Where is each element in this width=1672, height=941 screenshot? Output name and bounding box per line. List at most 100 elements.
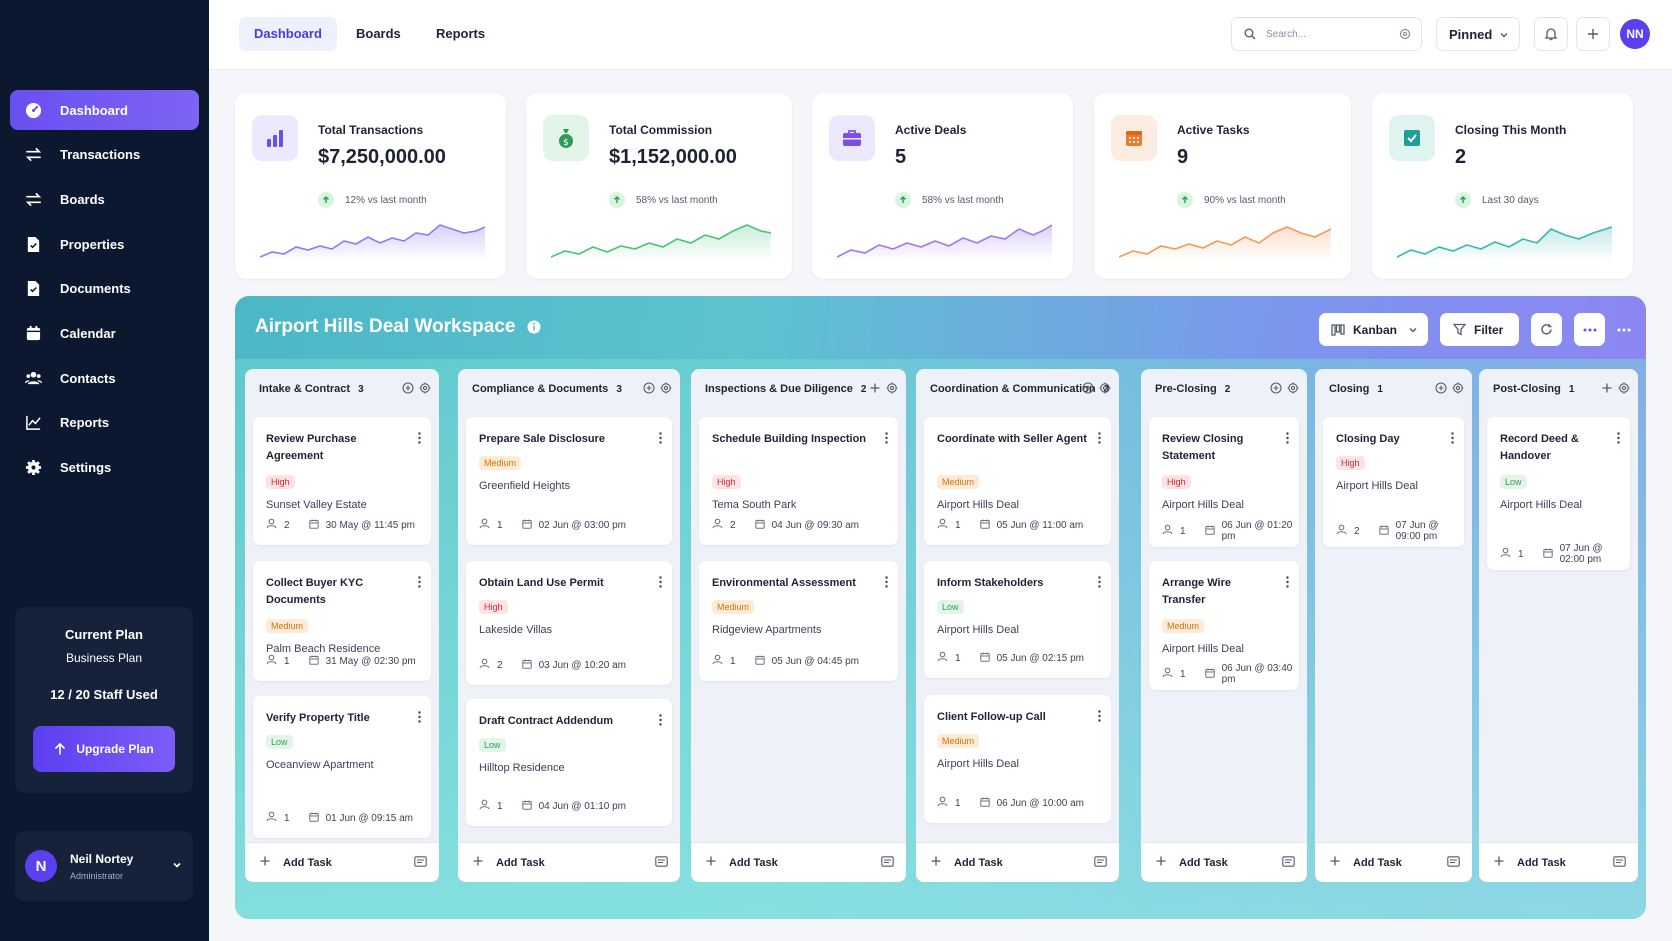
task-card[interactable]: Coordinate with Seller Agent Medium Airpor… xyxy=(924,417,1111,545)
sidebar-item-transactions[interactable]: Transactions xyxy=(10,135,199,175)
gear-icon[interactable] xyxy=(660,382,672,397)
more-vertical-icon[interactable] xyxy=(418,575,421,593)
add-task-button[interactable]: Add Task xyxy=(1315,842,1472,882)
add-circle-icon[interactable] xyxy=(402,382,414,397)
search-icon xyxy=(1244,28,1256,40)
pinned-dropdown[interactable]: Pinned xyxy=(1436,17,1520,51)
task-meta: 2 07 Jun @ 09:00 pm xyxy=(1336,520,1464,542)
filter-label: Filter xyxy=(1474,322,1504,337)
task-card[interactable]: Record Deed & Handover Low Airport Hills D… xyxy=(1487,417,1630,570)
ellipsis-icon[interactable] xyxy=(1617,328,1631,332)
card-view-icon[interactable] xyxy=(1282,856,1295,870)
add-button[interactable] xyxy=(1576,17,1610,51)
more-vertical-icon[interactable] xyxy=(1098,709,1101,727)
more-vertical-icon[interactable] xyxy=(885,431,888,449)
stat-card-closing-this-month: Closing This Month 2 Last 30 days xyxy=(1372,93,1633,279)
assignee-count: 2 xyxy=(1354,525,1360,537)
search-input[interactable]: Search... xyxy=(1231,17,1422,51)
notifications-button[interactable] xyxy=(1534,17,1568,51)
plus-icon[interactable] xyxy=(869,382,881,397)
avatar[interactable]: NN xyxy=(1620,19,1650,49)
add-task-button[interactable]: Add Task xyxy=(458,842,680,882)
more-options-button[interactable] xyxy=(1574,313,1605,346)
column-header: Closing 1 xyxy=(1315,369,1472,409)
task-card[interactable]: Review Purchase Agreement High Sunset Vall… xyxy=(253,417,431,545)
sidebar-item-calendar[interactable]: Calendar xyxy=(10,313,199,353)
task-card[interactable]: Review Closing Statement High Airport Hill… xyxy=(1149,417,1299,547)
gear-icon[interactable] xyxy=(1287,382,1299,397)
more-vertical-icon[interactable] xyxy=(418,710,421,728)
more-vertical-icon[interactable] xyxy=(1286,575,1289,593)
task-card[interactable]: Client Follow-up Call Medium Airport Hills… xyxy=(924,695,1111,823)
sidebar-item-dashboard[interactable]: Dashboard xyxy=(10,90,199,130)
more-vertical-icon[interactable] xyxy=(1617,431,1620,449)
sidebar-item-settings[interactable]: Settings xyxy=(10,448,199,488)
card-view-icon[interactable] xyxy=(1613,856,1626,870)
filter-button[interactable]: Filter xyxy=(1440,313,1519,346)
add-task-button[interactable]: Add Task xyxy=(1141,842,1307,882)
due-date: 05 Jun @ 02:15 pm xyxy=(996,652,1084,664)
card-view-icon[interactable] xyxy=(414,856,427,870)
sidebar-item-reports[interactable]: Reports xyxy=(10,403,199,443)
tab-dashboard[interactable]: Dashboard xyxy=(239,17,337,51)
task-card[interactable]: Closing Day High Airport Hills Deal 2 07 Jun… xyxy=(1323,417,1464,547)
task-card[interactable]: Obtain Land Use Permit High Lakeside Villa… xyxy=(466,561,672,685)
sidebar-item-properties[interactable]: Properties xyxy=(10,224,199,264)
user-role: Administrator xyxy=(70,870,124,881)
task-card[interactable]: Draft Contract Addendum Low Hilltop Reside… xyxy=(466,699,672,826)
task-card[interactable]: Prepare Sale Disclosure Medium Greenfield … xyxy=(466,417,672,545)
gear-icon[interactable] xyxy=(1099,382,1111,397)
tab-reports[interactable]: Reports xyxy=(421,17,500,51)
more-vertical-icon[interactable] xyxy=(418,431,421,449)
briefcase-icon xyxy=(829,115,875,161)
gear-icon[interactable] xyxy=(1618,382,1630,397)
task-card[interactable]: Inform Stakeholders Low Airport Hills Deal… xyxy=(924,561,1111,678)
task-card[interactable]: Collect Buyer KYC Documents Medium Palm Be… xyxy=(253,561,431,681)
upgrade-plan-button[interactable]: Upgrade Plan xyxy=(33,726,175,772)
add-task-button[interactable]: Add Task xyxy=(916,842,1119,882)
sidebar-item-documents[interactable]: Documents xyxy=(10,269,199,309)
gear-icon[interactable] xyxy=(886,382,898,397)
add-circle-icon[interactable] xyxy=(643,382,655,397)
card-view-icon[interactable] xyxy=(1447,856,1460,870)
more-vertical-icon[interactable] xyxy=(659,575,662,593)
add-task-button[interactable]: Add Task xyxy=(1479,842,1638,882)
add-task-button[interactable]: Add Task xyxy=(691,842,906,882)
task-meta: 1 05 Jun @ 02:15 pm xyxy=(937,651,1084,665)
task-card[interactable]: Environmental Assessment Medium Ridgeview … xyxy=(699,561,898,681)
card-view-icon[interactable] xyxy=(1094,856,1107,870)
filter-settings-icon[interactable] xyxy=(1399,28,1411,40)
user-menu[interactable]: N Neil Nortey Administrator xyxy=(15,831,193,901)
more-vertical-icon[interactable] xyxy=(1098,575,1101,593)
gear-icon[interactable] xyxy=(1452,382,1464,397)
info-icon[interactable] xyxy=(527,320,541,334)
sidebar-item-contacts[interactable]: Contacts xyxy=(10,358,199,398)
plus-icon[interactable] xyxy=(1601,382,1613,397)
refresh-button[interactable] xyxy=(1531,313,1562,346)
card-view-icon[interactable] xyxy=(881,856,894,870)
tab-boards[interactable]: Boards xyxy=(341,17,416,51)
sidebar-item-boards[interactable]: Boards xyxy=(10,179,199,219)
more-vertical-icon[interactable] xyxy=(659,431,662,449)
chevron-down-icon xyxy=(1409,328,1417,333)
more-vertical-icon[interactable] xyxy=(1286,431,1289,449)
add-circle-icon[interactable] xyxy=(1270,382,1282,397)
plus-icon xyxy=(259,855,271,870)
add-circle-icon[interactable] xyxy=(1435,382,1447,397)
task-card[interactable]: Verify Property Title Low Oceanview Apartm… xyxy=(253,696,431,838)
gear-icon[interactable] xyxy=(419,382,431,397)
person-icon xyxy=(937,796,948,810)
chevron-down-icon[interactable] xyxy=(171,859,183,871)
more-vertical-icon[interactable] xyxy=(1451,431,1454,449)
task-card[interactable]: Arrange Wire Transfer Medium Airport Hills… xyxy=(1149,561,1299,690)
more-vertical-icon[interactable] xyxy=(1098,431,1101,449)
card-view-icon[interactable] xyxy=(655,856,668,870)
more-vertical-icon[interactable] xyxy=(659,713,662,731)
task-card[interactable]: Schedule Building Inspection High Tema Sou… xyxy=(699,417,898,545)
arrow-up-icon xyxy=(895,192,911,208)
more-vertical-icon[interactable] xyxy=(885,575,888,593)
add-circle-icon[interactable] xyxy=(1082,382,1094,397)
arrow-up-icon xyxy=(55,743,66,755)
add-task-button[interactable]: Add Task xyxy=(245,842,439,882)
view-dropdown[interactable]: Kanban xyxy=(1319,313,1428,346)
